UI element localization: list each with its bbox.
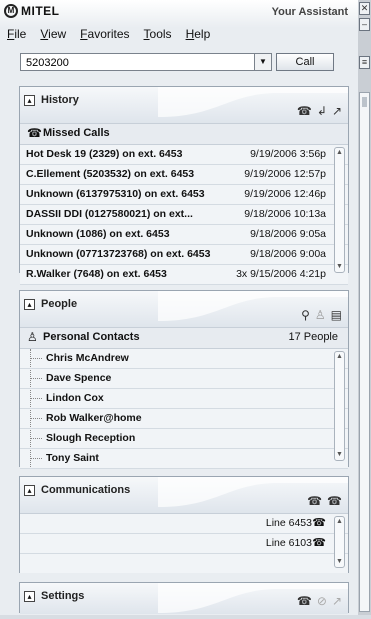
app-title: Your Assistant [271, 6, 348, 18]
settings-collapse-toggle[interactable]: ▴ [24, 591, 35, 602]
personal-contacts-title: Personal Contacts [43, 331, 140, 343]
communications-title: Communications [41, 484, 131, 496]
list-item[interactable]: Lindon Cox [20, 389, 348, 409]
communications-toolbar: ☎ ☎ [307, 495, 342, 507]
chevron-down-icon: ▼ [259, 57, 267, 66]
list-item[interactable]: Unknown (07713723768) on ext. 6453 9/18/2… [20, 245, 348, 265]
scroll-up-icon[interactable]: ▲ [335, 517, 344, 527]
missed-call-phone-icon: ☎ [27, 126, 42, 140]
incoming-calls-icon[interactable]: ↲ [317, 105, 327, 117]
history-scrollbar[interactable]: ▲ ▼ [334, 147, 345, 273]
list-item[interactable]: Unknown (1086) on ext. 6453 9/18/2006 9:0… [20, 225, 348, 245]
directory-icon[interactable]: ▤ [331, 309, 342, 321]
dial-combobox[interactable]: ▼ [20, 53, 272, 71]
dial-dropdown-button[interactable]: ▼ [254, 54, 271, 70]
history-title: History [41, 94, 79, 106]
scroll-down-icon[interactable]: ▼ [335, 262, 344, 272]
side-strip: ✕ – ≡ [358, 0, 371, 615]
brand-name: MITEL [21, 4, 60, 18]
side-pane [359, 92, 370, 612]
list-item[interactable]: Unknown (6137975310) on ext. 6453 9/19/20… [20, 185, 348, 205]
assistant-window: M MITEL Your Assistant File View Favorit… [0, 0, 359, 615]
settings-panel: ▴ Settings ☎ ⊘ ↗ [19, 582, 349, 614]
scroll-up-icon[interactable]: ▲ [335, 148, 344, 158]
person-icon: ♙ [27, 330, 38, 344]
close-icon[interactable]: ✕ [359, 2, 370, 15]
missed-calls-title: Missed Calls [43, 127, 110, 139]
communications-scrollbar[interactable]: ▲ ▼ [334, 516, 345, 568]
forward-icon[interactable]: ↗ [332, 595, 342, 607]
phone-icon: ☎ [312, 517, 326, 529]
history-collapse-toggle[interactable]: ▴ [24, 95, 35, 106]
menu-file[interactable]: File [0, 25, 33, 45]
do-not-disturb-icon[interactable]: ⊘ [317, 595, 327, 607]
mitel-logo-icon: M [4, 4, 18, 18]
communications-panel: ▴ Communications ☎ ☎ Line 6453 ☎ Line 610… [19, 476, 349, 573]
add-person-icon[interactable]: ♙ [315, 309, 326, 321]
menu-help[interactable]: Help [179, 25, 218, 45]
lines-list: Line 6453 ☎ Line 6103 ☎ ▲ ▼ [20, 513, 348, 573]
history-header: ▴ History ☎ ↲ ↗ [20, 87, 348, 123]
list-item[interactable]: DASSII DDI (0127580021) on ext... 9/18/20… [20, 205, 348, 225]
menu-view[interactable]: View [33, 25, 73, 45]
list-item[interactable]: Line 6453 ☎ [20, 514, 348, 534]
menu-favorites[interactable]: Favorites [73, 25, 136, 45]
menu-bar: File View Favorites Tools Help [0, 25, 358, 45]
list-item[interactable]: Dave Spence [20, 369, 348, 389]
people-scrollbar[interactable]: ▲ ▼ [334, 351, 345, 461]
list-item[interactable]: Tony Saint [20, 449, 348, 469]
dial-number-input[interactable] [24, 55, 260, 71]
people-count: 17 People [288, 331, 338, 343]
phone-icon[interactable]: ☎ [307, 495, 322, 507]
scroll-up-icon[interactable]: ▲ [335, 352, 344, 362]
history-toolbar: ☎ ↲ ↗ [297, 105, 342, 117]
missed-calls-list: Hot Desk 19 (2329) on ext. 6453 9/19/2006… [20, 145, 348, 285]
communications-collapse-toggle[interactable]: ▴ [24, 485, 35, 496]
list-item[interactable]: Chris McAndrew [20, 349, 348, 369]
contacts-list: Chris McAndrew Dave Spence Lindon Cox Ro… [20, 349, 348, 469]
search-icon[interactable]: ⚲ [301, 309, 310, 321]
people-header: ▴ People ⚲ ♙ ▤ [20, 291, 348, 327]
people-panel: ▴ People ⚲ ♙ ▤ ♙ Personal Contacts 17 Pe… [19, 290, 349, 469]
list-item[interactable]: R.Walker (7648) on ext. 6453 3x 9/15/2006… [20, 265, 348, 285]
scroll-down-icon[interactable]: ▼ [335, 557, 344, 567]
missed-calls-header: ☎ Missed Calls [20, 123, 348, 145]
communications-header: ▴ Communications ☎ ☎ [20, 477, 348, 513]
phone-icon: ☎ [312, 537, 326, 549]
settings-toolbar: ☎ ⊘ ↗ [297, 595, 342, 607]
menu-tools[interactable]: Tools [137, 25, 179, 45]
settings-header: ▴ Settings ☎ ⊘ ↗ [20, 583, 348, 614]
missed-calls-icon[interactable]: ☎ [297, 105, 312, 117]
outgoing-calls-icon[interactable]: ↗ [332, 105, 342, 117]
menu-icon[interactable]: ≡ [359, 56, 370, 69]
title-bar: M MITEL Your Assistant [0, 0, 358, 28]
minimize-icon[interactable]: – [359, 18, 370, 31]
settings-title: Settings [41, 590, 85, 602]
scroll-down-icon[interactable]: ▼ [335, 450, 344, 460]
call-button[interactable]: Call [276, 53, 334, 71]
list-item[interactable]: Line 6103 ☎ [20, 534, 348, 554]
people-toolbar: ⚲ ♙ ▤ [301, 309, 342, 321]
phone-settings-icon[interactable]: ☎ [297, 595, 312, 607]
phone-icon[interactable]: ☎ [327, 495, 342, 507]
list-item[interactable]: Slough Reception [20, 429, 348, 449]
personal-contacts-header: ♙ Personal Contacts 17 People [20, 327, 348, 349]
list-item[interactable]: Hot Desk 19 (2329) on ext. 6453 9/19/2006… [20, 145, 348, 165]
list-item[interactable]: Rob Walker@home [20, 409, 348, 429]
list-item[interactable]: C.Ellement (5203532) on ext. 6453 9/19/20… [20, 165, 348, 185]
mitel-logo: M MITEL [4, 4, 60, 18]
people-title: People [41, 298, 78, 310]
people-collapse-toggle[interactable]: ▴ [24, 299, 35, 310]
history-panel: ▴ History ☎ ↲ ↗ ☎ Missed Calls Hot Desk … [19, 86, 349, 285]
